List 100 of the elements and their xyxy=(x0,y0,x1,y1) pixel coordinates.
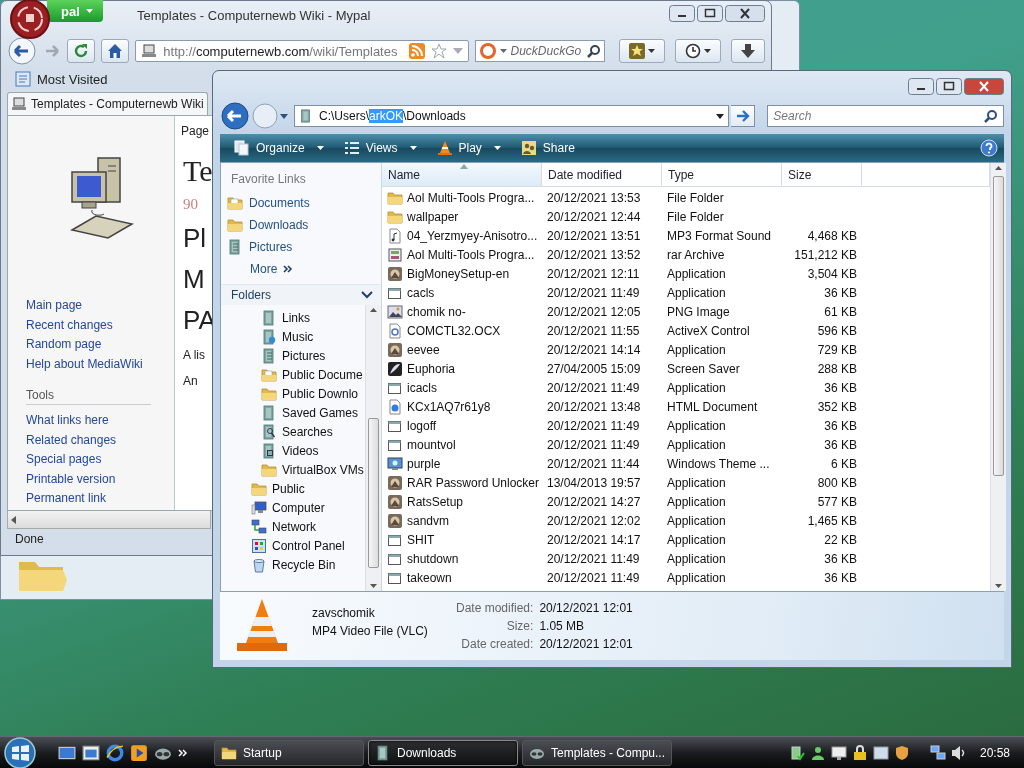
toolbar-button[interactable]: Play xyxy=(428,136,509,160)
tree-item[interactable]: Network xyxy=(272,519,316,534)
sidebar-link[interactable]: What links here xyxy=(26,411,109,431)
window-icon[interactable] xyxy=(872,745,889,761)
tree-item[interactable]: Control Panel xyxy=(272,538,345,553)
help-icon[interactable] xyxy=(980,139,998,157)
back-button[interactable] xyxy=(220,102,250,130)
desktop-icon[interactable] xyxy=(58,744,76,762)
file-name[interactable]: logoff xyxy=(407,418,437,433)
favorite-link[interactable]: Downloads xyxy=(249,218,309,232)
sidebar-link[interactable]: Permanent link xyxy=(26,489,107,509)
close-button[interactable] xyxy=(725,4,765,22)
lock-icon[interactable] xyxy=(851,745,868,761)
file-name[interactable]: chomik no- xyxy=(407,304,466,319)
sidebar-link[interactable]: Main page xyxy=(26,296,83,316)
vertical-scrollbar[interactable] xyxy=(365,305,381,591)
file-name[interactable]: COMCTL32.OCX xyxy=(407,323,501,338)
horizontal-scrollbar[interactable] xyxy=(7,511,211,529)
file-name[interactable]: icacls xyxy=(407,380,437,395)
chevron-down-icon[interactable] xyxy=(361,291,373,299)
vertical-scrollbar[interactable] xyxy=(990,163,1006,591)
file-name[interactable]: purple xyxy=(407,456,441,471)
sidebar-link[interactable]: Related changes xyxy=(26,430,117,450)
media-player-icon[interactable] xyxy=(130,744,148,762)
sidebar-link[interactable]: Recent changes xyxy=(26,315,113,335)
favorite-link[interactable]: Documents xyxy=(249,196,310,210)
scroll-down-icon[interactable] xyxy=(370,584,377,588)
minimize-button[interactable] xyxy=(669,4,695,22)
sidebar-link[interactable]: Printable version xyxy=(26,469,116,489)
favorite-link[interactable]: Pictures xyxy=(249,240,293,254)
home-button[interactable] xyxy=(101,39,130,63)
file-name[interactable]: wallpaper xyxy=(407,209,459,224)
file-name[interactable]: shutdown xyxy=(407,551,459,566)
file-name[interactable]: KCx1AQ7r61y8 xyxy=(407,399,491,414)
star-icon[interactable] xyxy=(431,43,448,59)
tree-item[interactable]: Public Docume xyxy=(282,367,363,382)
go-button[interactable] xyxy=(731,105,756,127)
tree-item[interactable]: Recycle Bin xyxy=(272,557,336,572)
file-name[interactable]: cacls xyxy=(407,285,435,300)
tree-item[interactable]: Computer xyxy=(272,500,325,515)
dropdown-icon[interactable] xyxy=(280,113,288,119)
file-name[interactable]: SHIT xyxy=(407,532,435,547)
file-name[interactable]: eevee xyxy=(407,342,440,357)
close-button[interactable] xyxy=(964,77,1004,95)
person-icon[interactable] xyxy=(809,745,826,761)
shield-icon[interactable] xyxy=(893,745,910,761)
tree-item[interactable]: VirtualBox VMs xyxy=(282,462,364,477)
tree-item[interactable]: Music xyxy=(282,329,314,344)
file-name[interactable]: Aol Multi-Tools Progra... xyxy=(407,190,535,205)
bookmark-link[interactable]: Most Visited xyxy=(37,71,108,87)
page-tab[interactable]: Page xyxy=(181,124,210,138)
maximize-button[interactable] xyxy=(697,4,723,22)
toolbar-button[interactable]: Views xyxy=(335,136,425,160)
browser-tab[interactable]: Templates - Computernewb Wiki xyxy=(7,92,208,115)
toolbar-button[interactable]: Organize xyxy=(226,136,332,160)
file-name[interactable]: 04_Yerzmyey-Anisotro... xyxy=(407,228,538,243)
tree-item[interactable]: Pictures xyxy=(282,348,326,363)
scroll-up-icon[interactable] xyxy=(370,308,377,312)
file-name[interactable]: BigMoneySetup-en xyxy=(407,266,510,281)
speaker-icon[interactable] xyxy=(950,745,967,761)
column-header[interactable]: Type xyxy=(662,163,782,186)
scroll-up-icon[interactable] xyxy=(995,166,1002,170)
download-button[interactable] xyxy=(731,39,765,63)
sidebar-link[interactable]: Random page xyxy=(26,335,102,355)
scroll-down-icon[interactable] xyxy=(995,584,1002,588)
taskbar-button[interactable]: Downloads xyxy=(368,740,518,766)
sidebar-link[interactable]: Help about MediaWiki xyxy=(26,354,143,374)
tree-item[interactable]: Links xyxy=(282,310,310,325)
column-header[interactable]: Name xyxy=(382,163,542,186)
browser-icon[interactable] xyxy=(106,744,124,762)
file-name[interactable]: sandvm xyxy=(407,513,450,528)
tree-item[interactable]: Public Downlo xyxy=(282,386,359,401)
file-name[interactable]: takeown xyxy=(407,570,452,585)
battery-icon[interactable] xyxy=(788,745,805,761)
tree-item[interactable]: Public xyxy=(272,481,305,496)
file-name[interactable]: RAR Password Unlocker xyxy=(407,475,540,490)
column-header[interactable]: Date modified xyxy=(542,163,662,186)
file-name[interactable]: Aol Multi-Tools Progra... xyxy=(407,247,535,262)
search-field[interactable]: Search xyxy=(767,105,1004,127)
clock[interactable]: 20:58 xyxy=(979,746,1010,760)
bookmarks-button[interactable] xyxy=(619,39,666,63)
back-button[interactable] xyxy=(7,37,37,65)
sidebar-link[interactable]: Special pages xyxy=(26,450,102,470)
column-header[interactable]: Size xyxy=(782,163,862,186)
reload-button[interactable] xyxy=(67,39,96,63)
file-name[interactable]: RatsSetup xyxy=(407,494,464,509)
address-field[interactable]: http://computernewb.com/wiki/Templates xyxy=(135,40,470,62)
more-link[interactable]: More xyxy=(250,262,278,276)
tree-item[interactable]: Saved Games xyxy=(282,405,359,420)
dropdown-icon[interactable] xyxy=(716,113,725,119)
taskbar-button[interactable]: Templates - Compu... xyxy=(522,740,672,766)
maximize-button[interactable] xyxy=(936,77,962,95)
monitor-icon[interactable] xyxy=(830,745,847,761)
taskbar-button[interactable]: Startup xyxy=(214,740,364,766)
window-icon[interactable] xyxy=(82,744,100,762)
tree-item[interactable]: Searches xyxy=(282,424,333,439)
file-name[interactable]: mountvol xyxy=(407,437,456,452)
search-engine-icon[interactable] xyxy=(479,42,498,60)
double-chevron-icon[interactable] xyxy=(178,749,188,757)
minimize-button[interactable] xyxy=(908,77,934,95)
